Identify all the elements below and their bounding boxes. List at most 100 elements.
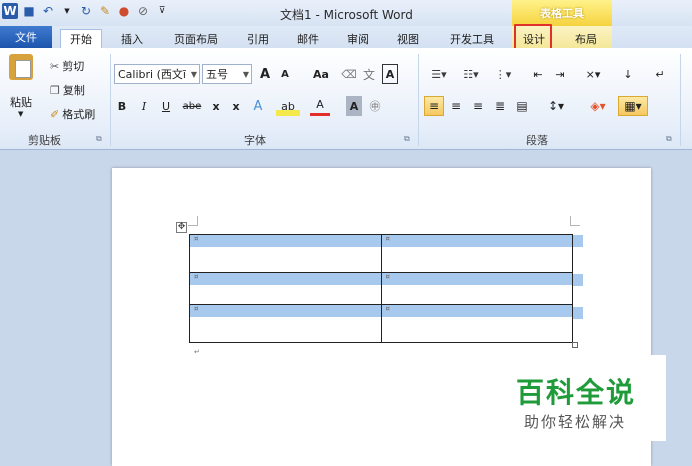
font-name-dropdown[interactable]: Calibri (西文ī ▼ (114, 64, 200, 84)
bullets-button[interactable]: ☰▾ (424, 64, 454, 84)
italic-button[interactable]: I (136, 96, 152, 116)
cell-selection (381, 305, 572, 317)
row-end-selection (573, 274, 583, 286)
format-painter-icon[interactable]: ✎ (97, 3, 113, 19)
highlight-button[interactable]: ab (276, 96, 300, 116)
design-tab-highlight (514, 24, 552, 50)
tab-review[interactable]: 审阅 (340, 29, 376, 48)
font-name-value: Calibri (西文ī (118, 68, 186, 81)
show-marks-icon[interactable]: ↵ (650, 64, 670, 84)
clipboard-launcher-icon[interactable]: ⧉ (96, 134, 105, 143)
font-launcher-icon[interactable]: ⧉ (404, 134, 413, 143)
bold-button[interactable]: B (114, 96, 130, 116)
enclose-char-icon[interactable]: ㊥ (366, 96, 384, 116)
font-size-dropdown[interactable]: 五号 ▼ (202, 64, 252, 84)
color-icon[interactable]: ● (116, 3, 132, 19)
justify-button[interactable]: ≣ (490, 96, 510, 116)
numbering-button[interactable]: ☷▾ (456, 64, 486, 84)
table-move-handle-icon[interactable]: ✥ (176, 222, 187, 233)
margin-mark (570, 216, 580, 226)
strikethrough-button[interactable]: abe (180, 96, 204, 116)
cell-end-mark: ¤ (194, 273, 199, 281)
watermark-subtitle: 助你轻松解决 (524, 413, 627, 431)
increase-indent-icon[interactable]: ⇥ (550, 64, 570, 84)
watermark-title: 百科全说 (516, 376, 637, 409)
char-border-icon[interactable]: A (382, 64, 398, 84)
cell-selection (190, 305, 381, 317)
align-center-button[interactable]: ≡ (446, 96, 466, 116)
word-table[interactable]: ¤ ¤ ¤ ¤ ¤ ¤ (189, 234, 573, 343)
align-right-button[interactable]: ≡ (468, 96, 488, 116)
table-cell[interactable]: ¤ (189, 304, 382, 343)
table-row: ¤ ¤ (189, 234, 573, 273)
shading-button[interactable]: ◈▾ (584, 96, 612, 116)
subscript-button[interactable]: x (208, 96, 224, 116)
font-group-label: 字体 (244, 134, 266, 147)
copy-icon: ❐ (50, 83, 60, 97)
superscript-button[interactable]: x (228, 96, 244, 116)
undo-dropdown-icon[interactable]: ▼ (59, 3, 75, 19)
borders-button[interactable]: ▦▾ (618, 96, 648, 116)
table-cell[interactable]: ¤ (189, 234, 382, 273)
window-title: 文档1 - Microsoft Word (280, 8, 413, 22)
paragraph-launcher-icon[interactable]: ⧉ (666, 134, 675, 143)
ribbon-tabs: 文件 开始 插入 页面布局 引用 邮件 审阅 视图 开发工具 设计 布局 (0, 26, 692, 48)
table-cell[interactable]: ¤ (380, 234, 573, 273)
quick-access-toolbar: W ■ ↶ ▼ ↻ ✎ ● ⊘ ⊽ (2, 3, 170, 19)
paste-dropdown-icon[interactable]: ▼ (18, 110, 23, 118)
phonetic-guide-icon[interactable]: 文 (360, 64, 378, 84)
grow-font-button[interactable]: A (256, 64, 274, 84)
tab-view[interactable]: 视图 (390, 29, 426, 48)
distributed-button[interactable]: ▤ (512, 96, 532, 116)
cell-selection (190, 235, 381, 247)
font-color-button[interactable]: A (310, 96, 330, 116)
row-end-selection (573, 307, 583, 319)
copy-label: 复制 (62, 84, 85, 97)
brush-icon: ✐ (50, 107, 60, 121)
copy-button[interactable]: ❐ 复制 (50, 82, 85, 98)
text-effect-button[interactable]: A (248, 96, 268, 116)
table-row: ¤ ¤ (189, 272, 573, 305)
table-row: ¤ ¤ (189, 304, 573, 343)
char-shading-button[interactable]: A (346, 96, 362, 116)
line-spacing-button[interactable]: ↕▾ (542, 96, 570, 116)
tab-home[interactable]: 开始 (60, 29, 102, 48)
font-size-value: 五号 (206, 68, 228, 81)
cut-button[interactable]: ✂ 剪切 (50, 58, 84, 74)
table-cell[interactable]: ¤ (380, 304, 573, 343)
clear-format-icon[interactable]: ⌫ (340, 64, 358, 84)
align-left-button[interactable]: ≡ (424, 96, 444, 116)
table-tools-context-label: 表格工具 (512, 0, 612, 26)
qat-dropdown-icon[interactable]: ⊽ (154, 3, 170, 19)
word-logo-icon[interactable]: W (2, 3, 18, 19)
watermark-logo: 百科全说 助你轻松解决 (498, 355, 666, 441)
tab-page-layout[interactable]: 页面布局 (166, 29, 226, 48)
tab-developer[interactable]: 开发工具 (440, 29, 504, 48)
chinese-layout-icon[interactable]: ⨯▾ (580, 64, 606, 84)
cell-end-mark: ¤ (385, 235, 390, 243)
tab-file[interactable]: 文件 (0, 26, 52, 48)
change-case-button[interactable]: Aa (308, 64, 334, 84)
multilevel-list-button[interactable]: ⋮▾ (488, 64, 518, 84)
table-cell[interactable]: ¤ (189, 272, 382, 305)
draw-icon[interactable]: ⊘ (135, 3, 151, 19)
group-separator (680, 54, 681, 146)
tab-layout[interactable]: 布局 (566, 29, 606, 48)
paragraph-mark: ↵ (194, 348, 200, 356)
format-painter-button[interactable]: ✐ 格式刷 (50, 106, 95, 122)
tab-references[interactable]: 引用 (240, 29, 276, 48)
redo-icon[interactable]: ↻ (78, 3, 94, 19)
undo-icon[interactable]: ↶ (40, 3, 56, 19)
table-cell[interactable]: ¤ (380, 272, 573, 305)
shrink-font-button[interactable]: A (276, 64, 294, 84)
tab-mailings[interactable]: 邮件 (290, 29, 326, 48)
table-resize-handle[interactable] (572, 342, 578, 348)
decrease-indent-icon[interactable]: ⇤ (528, 64, 548, 84)
paragraph-group-label: 段落 (526, 134, 548, 147)
row-end-selection (573, 235, 583, 247)
chevron-down-icon: ▼ (242, 69, 249, 79)
underline-button[interactable]: U (158, 96, 174, 116)
sort-icon[interactable]: ↓ (618, 64, 638, 84)
save-icon[interactable]: ■ (21, 3, 37, 19)
tab-insert[interactable]: 插入 (112, 29, 152, 48)
